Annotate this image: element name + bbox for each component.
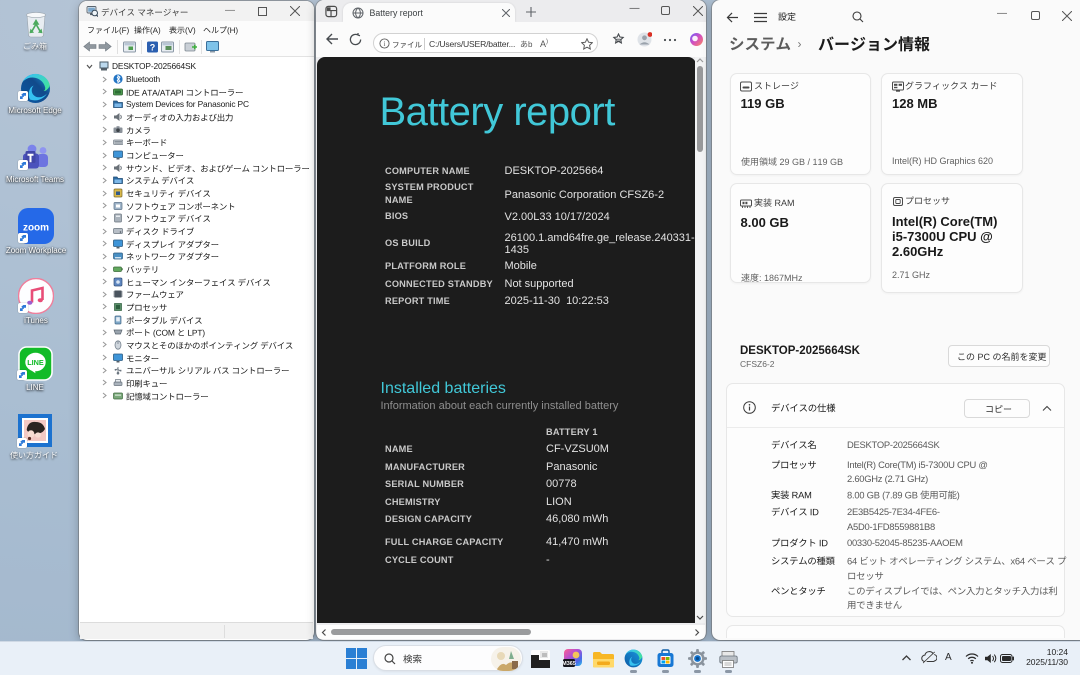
svg-text:i: i [384,40,386,47]
svg-text:LINE: LINE [27,358,44,367]
svg-text:M365: M365 [563,661,576,667]
svg-text:?: ? [150,43,156,53]
svg-text:zoom: zoom [23,223,49,234]
